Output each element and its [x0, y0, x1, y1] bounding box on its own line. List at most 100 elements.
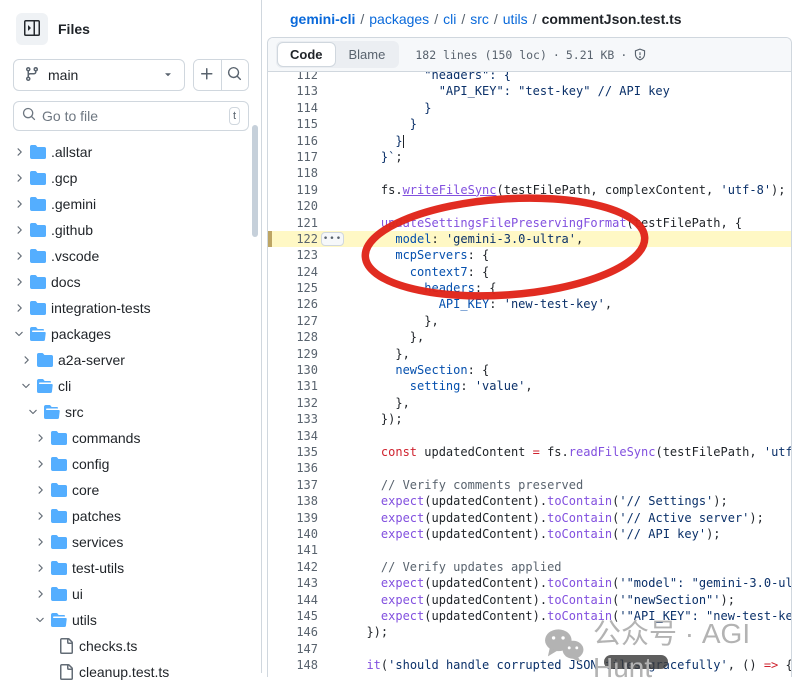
code-text: "headers": {	[352, 72, 511, 83]
line-number[interactable]: 126	[268, 296, 318, 312]
chevron-right-icon	[34, 484, 46, 496]
tree-folder-core[interactable]: core	[0, 477, 261, 503]
add-file-button[interactable]	[194, 60, 222, 90]
goto-file-input[interactable]	[42, 108, 223, 124]
tab-blame[interactable]: Blame	[336, 42, 399, 67]
code-line-122: 122••• model: 'gemini-3.0-ultra',	[268, 231, 791, 247]
tree-folder--github[interactable]: .github	[0, 217, 261, 243]
file-header-toolbar: CodeBlame 182 lines (150 loc) · 5.21 KB …	[268, 38, 791, 72]
code-text: updateSettingsFilePreservingFormat(testF…	[352, 215, 742, 231]
tree-folder-docs[interactable]: docs	[0, 269, 261, 295]
line-number[interactable]: 115	[268, 116, 318, 132]
line-number[interactable]: 118	[268, 165, 318, 181]
tree-folder--gemini[interactable]: .gemini	[0, 191, 261, 217]
line-number[interactable]: 122	[268, 231, 318, 247]
tree-folder--vscode[interactable]: .vscode	[0, 243, 261, 269]
line-gutter	[318, 395, 352, 411]
line-number[interactable]: 113	[268, 83, 318, 99]
breadcrumb-link-cli[interactable]: cli	[443, 11, 456, 27]
line-number[interactable]: 137	[268, 477, 318, 493]
tree-folder-patches[interactable]: patches	[0, 503, 261, 529]
line-number[interactable]: 136	[268, 460, 318, 476]
line-number[interactable]: 125	[268, 280, 318, 296]
tree-folder-packages[interactable]: packages	[0, 321, 261, 347]
meta-dot: ·	[620, 48, 627, 62]
code-text: fs.writeFileSync(testFilePath, complexCo…	[352, 182, 786, 198]
line-number[interactable]: 124	[268, 264, 318, 280]
sidebar-panel-icon	[24, 20, 40, 39]
line-number[interactable]: 129	[268, 346, 318, 362]
code-line-145: 145 expect(updatedContent).toContain('"A…	[268, 608, 791, 624]
tree-item-label: .allstar	[51, 144, 92, 160]
line-number[interactable]: 112	[268, 72, 318, 83]
code-line-114: 114 }	[268, 100, 791, 116]
breadcrumb-link-utils[interactable]: utils	[503, 11, 528, 27]
line-number[interactable]: 128	[268, 329, 318, 345]
line-number[interactable]: 114	[268, 100, 318, 116]
line-gutter	[318, 575, 352, 591]
line-number[interactable]: 138	[268, 493, 318, 509]
goto-file-field[interactable]: t	[13, 101, 249, 131]
tree-folder--gcp[interactable]: .gcp	[0, 165, 261, 191]
line-number[interactable]: 127	[268, 313, 318, 329]
line-number[interactable]: 146	[268, 624, 318, 640]
search-tree-button[interactable]	[222, 60, 249, 90]
tree-folder-cli[interactable]: cli	[0, 373, 261, 399]
line-number[interactable]: 130	[268, 362, 318, 378]
line-number[interactable]: 120	[268, 198, 318, 214]
code-line-120: 120	[268, 198, 791, 214]
tree-actions-group	[193, 59, 249, 91]
line-number[interactable]: 117	[268, 149, 318, 165]
folder-icon	[44, 404, 60, 420]
code-line-138: 138 expect(updatedContent).toContain('//…	[268, 493, 791, 509]
line-actions-button[interactable]: •••	[321, 232, 344, 246]
tree-item-label: src	[65, 404, 84, 420]
line-number[interactable]: 145	[268, 608, 318, 624]
tree-folder-integration-tests[interactable]: integration-tests	[0, 295, 261, 321]
line-gutter	[318, 280, 352, 296]
collapse-sidebar-button[interactable]	[16, 13, 48, 45]
tree-folder-ui[interactable]: ui	[0, 581, 261, 607]
line-number[interactable]: 131	[268, 378, 318, 394]
line-number[interactable]: 142	[268, 559, 318, 575]
line-number[interactable]: 123	[268, 247, 318, 263]
tab-code[interactable]: Code	[277, 42, 336, 67]
sidebar-scrollbar[interactable]	[252, 125, 258, 237]
code-line-135: 135 const updatedContent = fs.readFileSy…	[268, 444, 791, 460]
line-number[interactable]: 132	[268, 395, 318, 411]
line-number[interactable]: 143	[268, 575, 318, 591]
breadcrumb-link-packages[interactable]: packages	[369, 11, 429, 27]
tree-folder-utils[interactable]: utils	[0, 607, 261, 633]
line-number[interactable]: 116	[268, 133, 318, 149]
line-number[interactable]: 135	[268, 444, 318, 460]
breadcrumb-repo-link[interactable]: gemini-cli	[290, 11, 355, 27]
line-number[interactable]: 121	[268, 215, 318, 231]
code-line-139: 139 expect(updatedContent).toContain('//…	[268, 510, 791, 526]
branch-selector[interactable]: main	[13, 59, 185, 91]
tree-file-checks-ts[interactable]: checks.ts	[0, 633, 261, 659]
breadcrumb-link-src[interactable]: src	[470, 11, 489, 27]
tree-folder-src[interactable]: src	[0, 399, 261, 425]
line-number[interactable]: 140	[268, 526, 318, 542]
line-number[interactable]: 141	[268, 542, 318, 558]
tree-folder-services[interactable]: services	[0, 529, 261, 555]
line-number[interactable]: 134	[268, 428, 318, 444]
tree-folder--allstar[interactable]: .allstar	[0, 139, 261, 165]
tree-item-label: cli	[58, 378, 71, 394]
code-text: mcpServers: {	[352, 247, 489, 263]
tree-folder-a2a-server[interactable]: a2a-server	[0, 347, 261, 373]
line-number[interactable]: 144	[268, 592, 318, 608]
tree-folder-test-utils[interactable]: test-utils	[0, 555, 261, 581]
chevron-down-icon	[162, 67, 174, 83]
tree-folder-commands[interactable]: commands	[0, 425, 261, 451]
code-line-143: 143 expect(updatedContent).toContain('"m…	[268, 575, 791, 591]
line-number[interactable]: 147	[268, 641, 318, 657]
line-number[interactable]: 139	[268, 510, 318, 526]
line-number[interactable]: 133	[268, 411, 318, 427]
tree-file-cleanup-test-ts[interactable]: cleanup.test.ts	[0, 659, 261, 685]
breadcrumb-separator: /	[528, 11, 542, 27]
line-number[interactable]: 148	[268, 657, 318, 673]
line-number[interactable]: 119	[268, 182, 318, 198]
shield-icon[interactable]	[633, 48, 647, 62]
tree-folder-config[interactable]: config	[0, 451, 261, 477]
